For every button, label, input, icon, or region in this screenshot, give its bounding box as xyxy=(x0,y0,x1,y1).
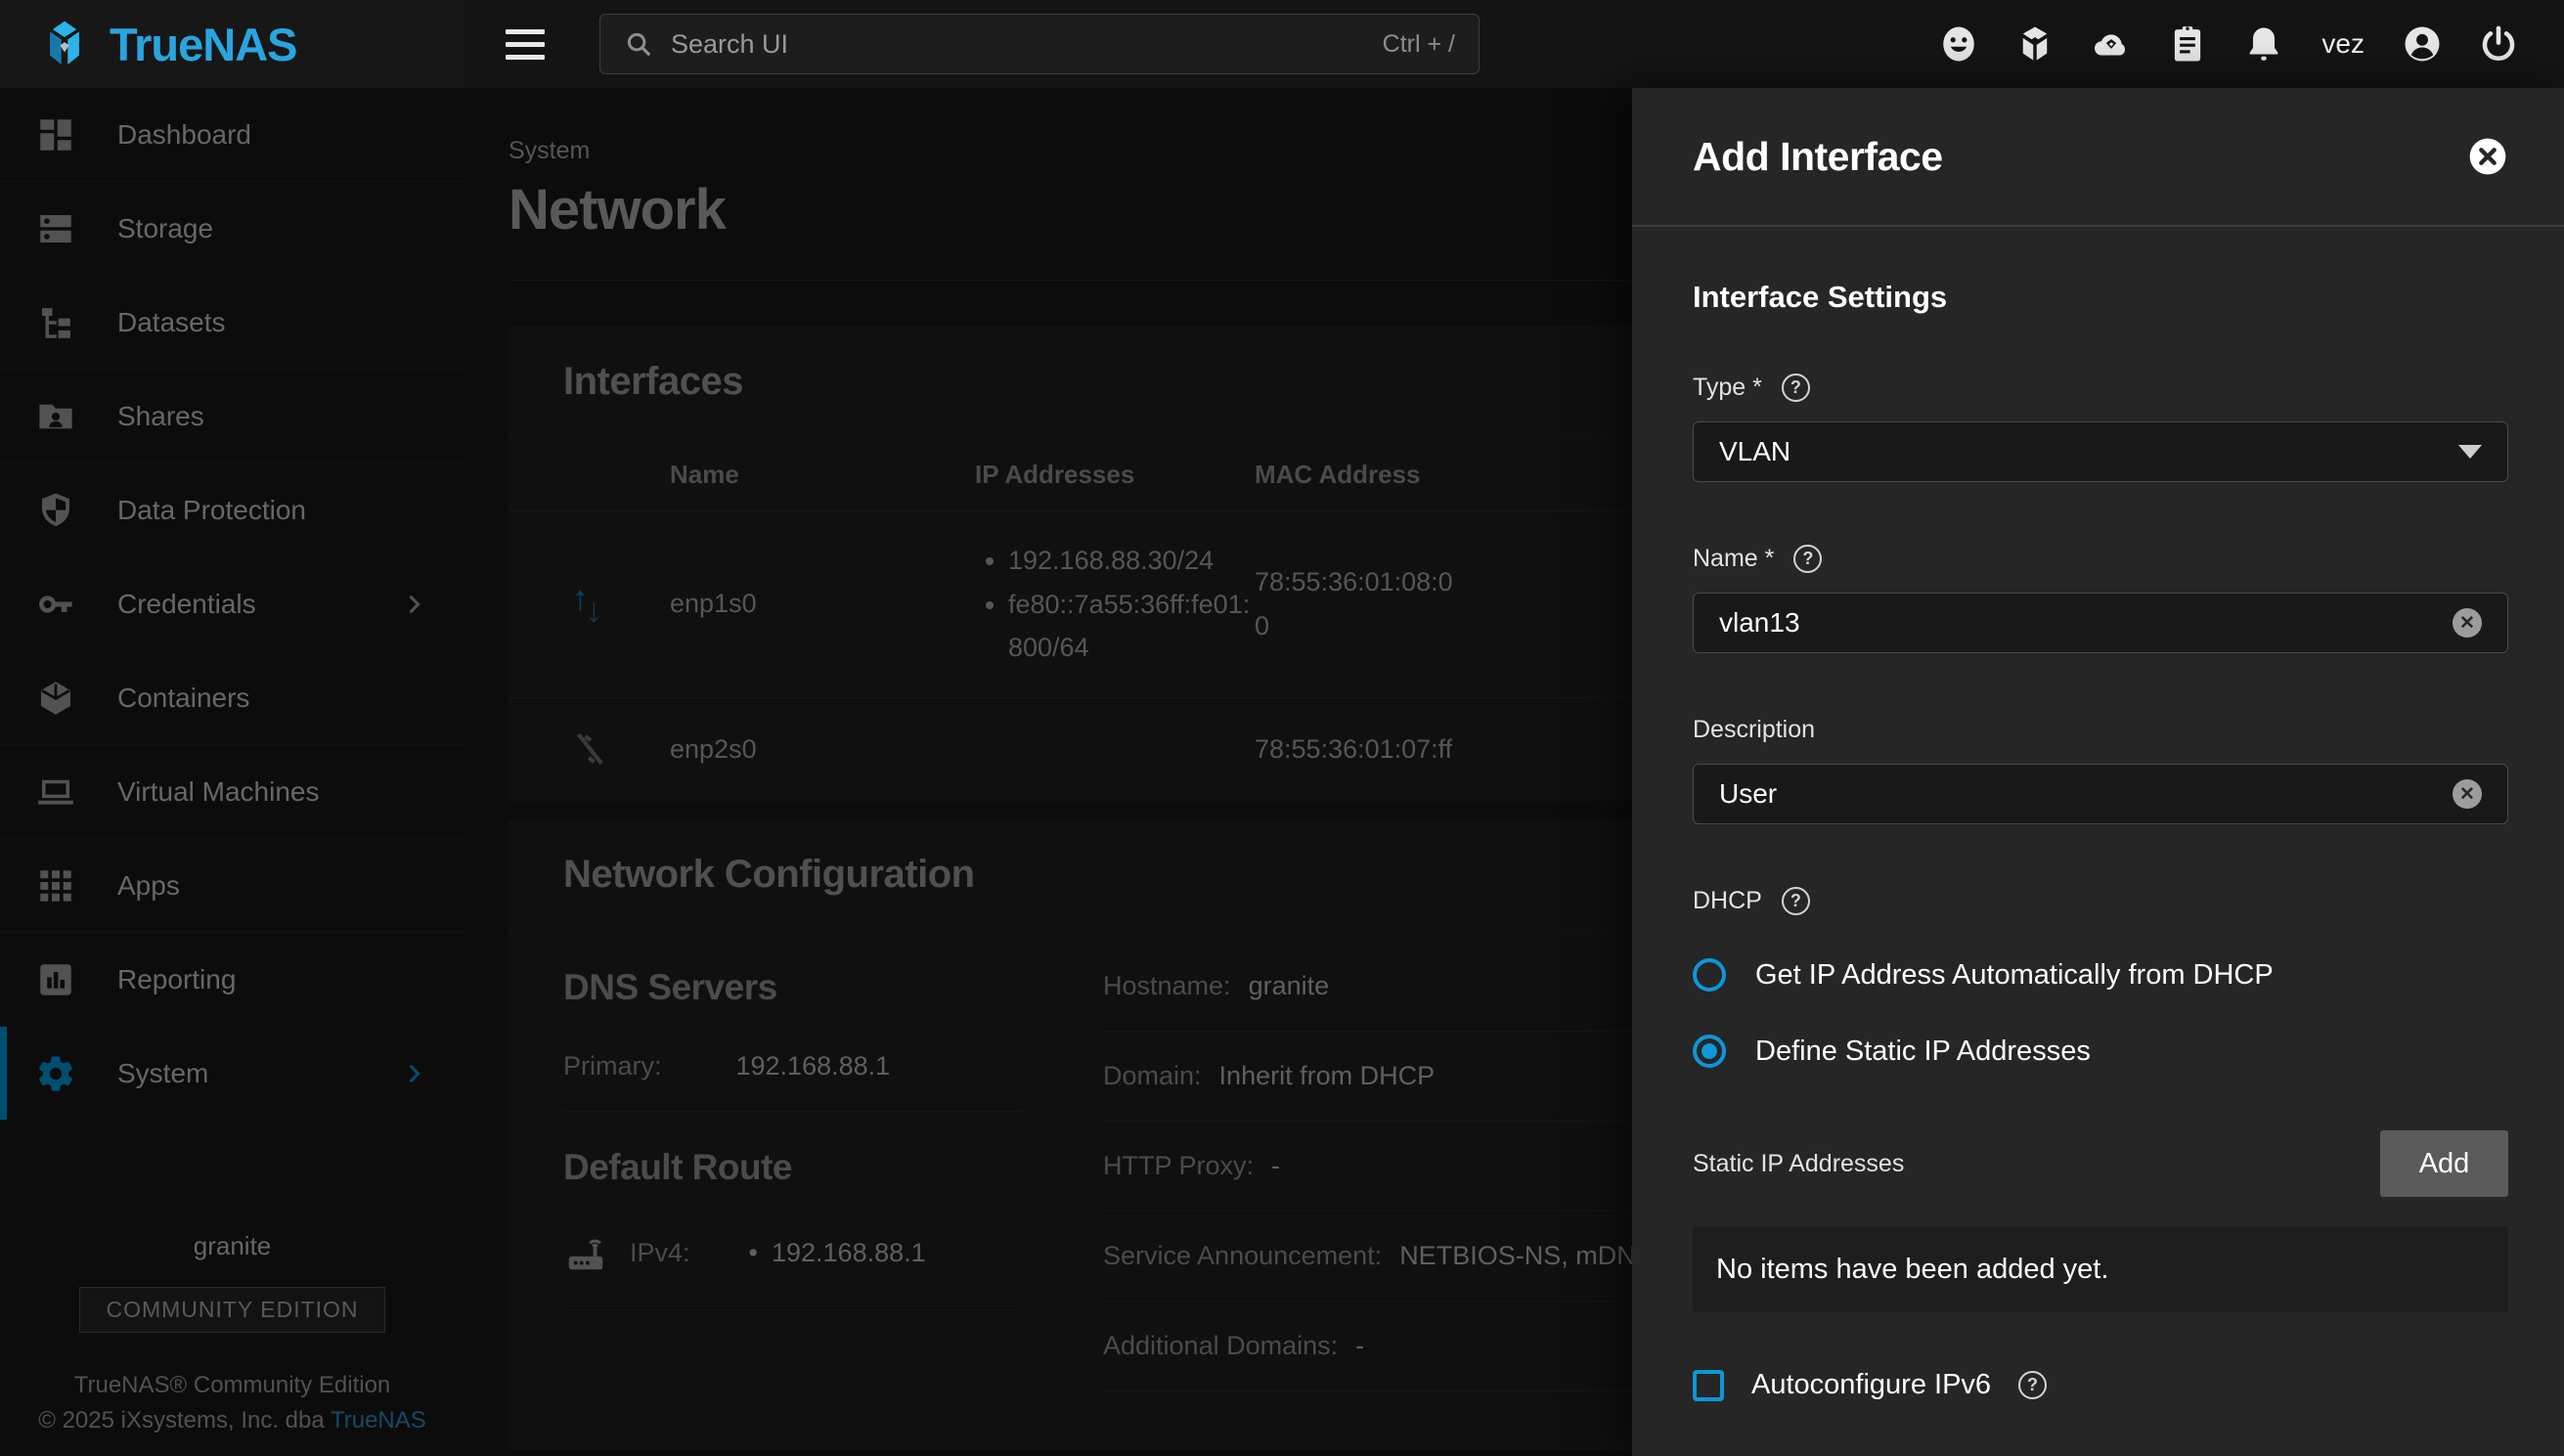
search-placeholder: Search UI xyxy=(671,29,1365,60)
help-icon[interactable]: ? xyxy=(2018,1371,2047,1399)
static-ip-section-header: Static IP Addresses Add xyxy=(1693,1130,2508,1197)
autoconfigure-ipv6-row[interactable]: Autoconfigure IPv6 ? xyxy=(1693,1369,2508,1401)
topbar-actions: vez xyxy=(1938,23,2564,65)
username-label[interactable]: vez xyxy=(2321,28,2365,60)
alerts-bell-icon[interactable] xyxy=(2243,23,2284,65)
name-field-label: Name * ? xyxy=(1693,545,2508,573)
truenas-app: TrueNAS Search UI Ctrl + / xyxy=(0,0,2564,1456)
power-icon[interactable] xyxy=(2478,23,2519,65)
menu-toggle-icon[interactable] xyxy=(506,29,545,60)
panel-body: Interface Settings Type * ? VLAN Name * … xyxy=(1632,280,2564,1401)
help-icon[interactable]: ? xyxy=(1793,545,1822,573)
brand-title: TrueNAS xyxy=(110,18,297,71)
description-input[interactable]: User ✕ xyxy=(1693,764,2508,824)
checkbox-unchecked-icon[interactable] xyxy=(1693,1370,1724,1401)
user-avatar-icon[interactable] xyxy=(2402,23,2443,65)
help-icon[interactable]: ? xyxy=(1782,374,1810,402)
static-ip-empty-state: No items have been added yet. xyxy=(1693,1226,2508,1312)
panel-header: Add Interface xyxy=(1632,88,2564,227)
static-ip-label: Static IP Addresses xyxy=(1693,1150,1904,1178)
dhcp-radio-option[interactable]: Get IP Address Automatically from DHCP xyxy=(1693,958,2508,992)
radio-checked-icon[interactable] xyxy=(1693,1035,1726,1068)
brand[interactable]: TrueNAS xyxy=(0,0,464,88)
feedback-smiley-icon[interactable] xyxy=(1938,23,1979,65)
truenas-enterprise-icon[interactable] xyxy=(2014,23,2056,65)
close-icon[interactable] xyxy=(2468,137,2507,176)
cloud-status-icon[interactable] xyxy=(2091,23,2132,65)
radio-unchecked-icon[interactable] xyxy=(1693,958,1726,992)
type-select[interactable]: VLAN xyxy=(1693,421,2508,482)
search-icon xyxy=(624,29,653,59)
jobs-clipboard-icon[interactable] xyxy=(2167,23,2208,65)
truenas-logo-icon xyxy=(37,17,92,71)
type-field-label: Type * ? xyxy=(1693,374,2508,402)
search-shortcut: Ctrl + / xyxy=(1383,30,1455,59)
add-static-ip-button[interactable]: Add xyxy=(2380,1130,2508,1197)
description-field-label: Description xyxy=(1693,716,2508,744)
interface-settings-heading: Interface Settings xyxy=(1693,280,2508,315)
static-ip-radio-option[interactable]: Define Static IP Addresses xyxy=(1693,1035,2508,1068)
panel-title: Add Interface xyxy=(1693,134,1943,180)
help-icon[interactable]: ? xyxy=(1782,887,1810,915)
clear-input-icon[interactable]: ✕ xyxy=(2453,779,2482,809)
name-input[interactable]: vlan13 ✕ xyxy=(1693,593,2508,653)
dhcp-field-label: DHCP ? xyxy=(1693,887,2508,915)
add-interface-panel: Add Interface Interface Settings Type * … xyxy=(1632,88,2564,1456)
global-search[interactable]: Search UI Ctrl + / xyxy=(599,14,1480,74)
clear-input-icon[interactable]: ✕ xyxy=(2453,608,2482,638)
chevron-down-icon xyxy=(2458,445,2482,459)
topbar: TrueNAS Search UI Ctrl + / xyxy=(0,0,2564,88)
